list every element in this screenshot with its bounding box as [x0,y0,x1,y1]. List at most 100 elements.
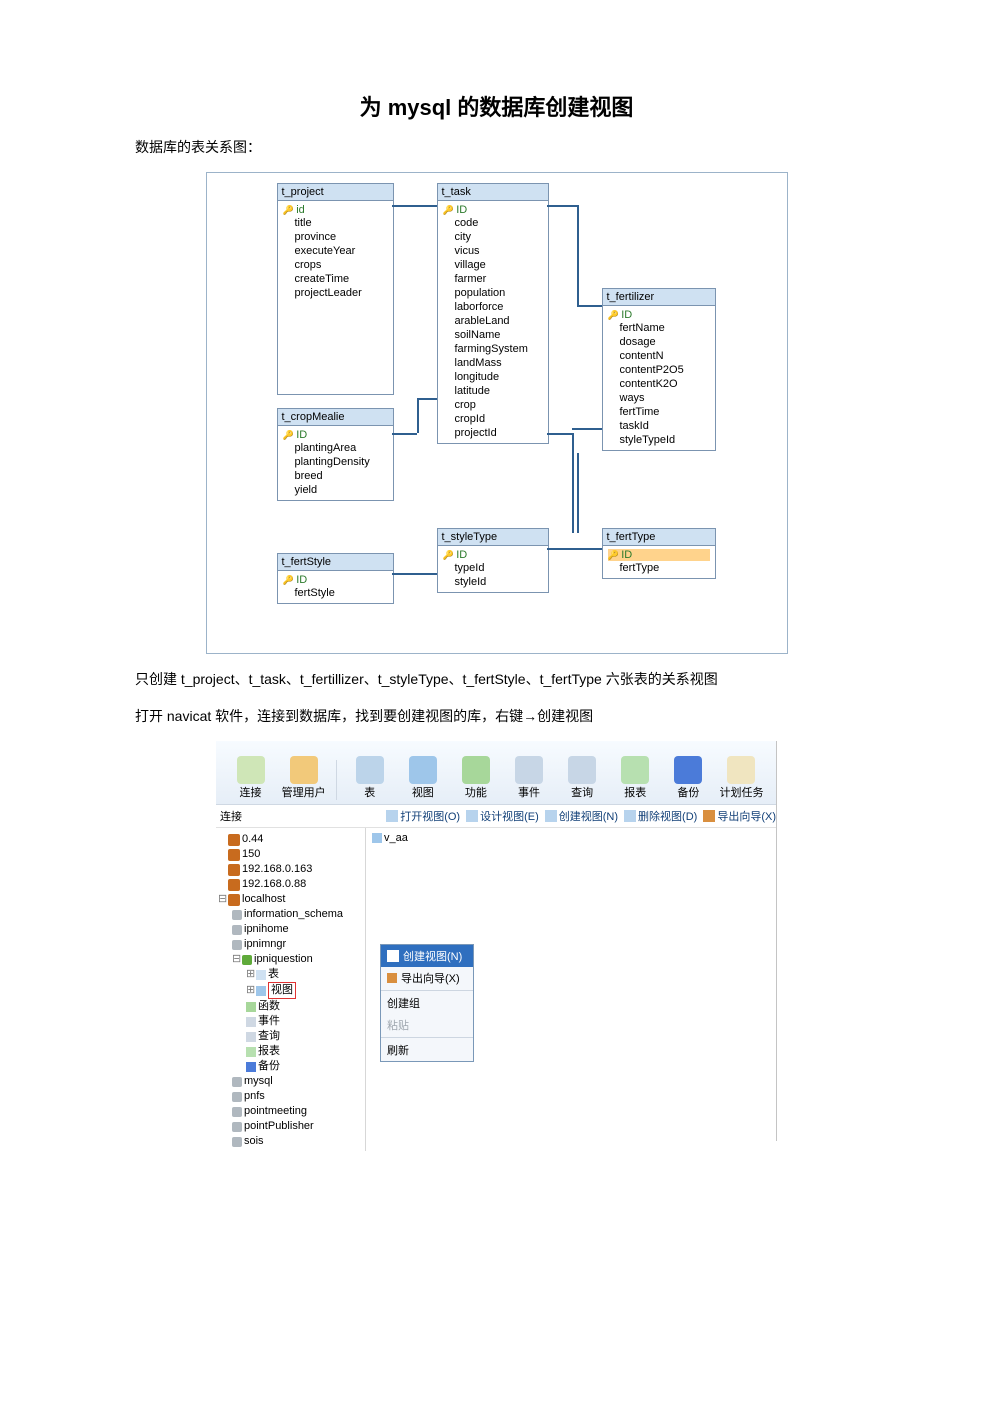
connection-tree[interactable]: 0.44 150 192.168.0.163 192.168.0.88 ⊟loc… [216,828,366,1151]
context-create-view[interactable]: 创建视图(N) [381,945,473,967]
schedule-icon [727,756,755,784]
event-icon [246,1017,256,1027]
tree-connection[interactable]: 192.168.0.163 [218,862,363,877]
para-diagram: 数据库的表关系图： [135,136,858,158]
field: code [443,216,543,230]
relation-line [417,398,437,400]
subbar-text: 打开视图(O) [400,808,460,824]
db-icon [228,864,240,876]
tree-db-ipniquestion[interactable]: ⊟ipniquestion [232,952,363,967]
field: contentK2O [608,377,710,391]
er-diagram-figure: t_project id title province executeYear … [206,172,788,654]
relation-line [577,453,579,533]
report-icon [621,756,649,784]
tree-db[interactable]: ipnimngr [232,937,363,952]
tree-connection[interactable]: 0.44 [218,832,363,847]
tree-node-views[interactable]: ⊞视图 [246,982,363,999]
tree-connection[interactable]: 192.168.0.88 [218,877,363,892]
tree-node-backups[interactable]: 备份 [246,1059,363,1074]
field: farmingSystem [443,342,543,356]
backup-icon [674,756,702,784]
tree-node-tables[interactable]: ⊞表 [246,967,363,982]
ribbon-backup[interactable]: 备份 [666,756,711,800]
field: city [443,230,543,244]
view-item[interactable]: v_aa [372,832,408,844]
table-header: t_fertilizer [603,289,715,306]
context-refresh[interactable]: 刷新 [381,1039,473,1061]
context-label: 创建视图(N) [403,948,462,964]
table-fertilizer: t_fertilizer ID fertName dosage contentN… [602,288,716,451]
page-title: 为 mysql 的数据库创建视图 [135,90,858,122]
tree-db[interactable]: ipnihome [232,922,363,937]
tree-node-functions[interactable]: 函数 [246,999,363,1014]
para-steps: 打开 navicat 软件，连接到数据库，找到要创建视图的库，右键→创建视图 [135,705,858,727]
ribbon-label: 功能 [465,784,487,800]
ribbon-query[interactable]: 查询 [560,756,605,800]
field: dosage [608,335,710,349]
tree-connection[interactable]: 150 [218,847,363,862]
context-create-group[interactable]: 创建组 [381,992,473,1014]
ribbon-function[interactable]: 功能 [453,756,498,800]
ribbon-schedule[interactable]: 计划任务 [719,756,764,800]
table-header: t_task [438,184,548,201]
subbar-create-view[interactable]: 创建视图(N) [545,808,618,824]
relation-line [577,205,579,305]
tree-db[interactable]: soisforum [232,1149,363,1151]
tree-label: 报表 [258,1044,280,1059]
relation-line [572,428,602,430]
field: title [283,216,388,230]
ribbon-table[interactable]: 表 [347,756,392,800]
cylinder-icon [232,925,242,935]
tree-db[interactable]: pointPublisher [232,1119,363,1134]
view-item-label: v_aa [384,832,408,844]
relation-line [547,433,572,435]
tree-db[interactable]: information_schema [232,907,363,922]
subbar-open-view[interactable]: 打开视图(O) [386,808,460,824]
tree-label: 事件 [258,1014,280,1029]
tree-db[interactable]: mysql [232,1074,363,1089]
table-task: t_task ID code city vicus village farmer… [437,183,549,444]
subbar-delete-view[interactable]: 删除视图(D) [624,808,697,824]
field: crop [443,398,543,412]
field: crops [283,258,388,272]
tree-node-reports[interactable]: 报表 [246,1044,363,1059]
ribbon-connect[interactable]: 连接 [228,756,273,800]
ribbon-event[interactable]: 事件 [506,756,551,800]
pk-field: ID [283,429,388,441]
tree-connection-localhost[interactable]: ⊟localhost [218,892,363,907]
table-cropmealie: t_cropMealie ID plantingArea plantingDen… [277,408,394,501]
field: village [443,258,543,272]
tree-db[interactable]: pointmeeting [232,1104,363,1119]
navicat-screenshot: 连接 管理用户 表 视图 功能 事件 查询 报表 备份 计划任务 连接 打开视图… [216,741,777,1141]
subbar-design-view[interactable]: 设计视图(E) [466,808,539,824]
query-icon [568,756,596,784]
relation-line [417,398,419,433]
table-header: t_styleType [438,529,548,546]
field: plantingDensity [283,455,388,469]
field: yield [283,483,388,497]
tree-db[interactable]: pnfs [232,1089,363,1104]
view-icon [386,810,398,822]
field: ways [608,391,710,405]
sub-toolbar: 连接 打开视图(O) 设计视图(E) 创建视图(N) 删除视图(D) 导出向导(… [216,805,776,828]
ribbon-label: 查询 [571,784,593,800]
pk-field: ID [608,309,710,321]
tree-node-queries[interactable]: 查询 [246,1029,363,1044]
ribbon-users[interactable]: 管理用户 [281,756,326,800]
pk-field: ID [443,204,543,216]
context-menu: 创建视图(N) 导出向导(X) 创建组 粘贴 刷新 [380,944,474,1062]
tree-db[interactable]: sois [232,1134,363,1149]
cylinder-icon [232,1092,242,1102]
subbar-text: 创建视图(N) [559,808,618,824]
tree-label: soisforum [244,1149,292,1151]
ribbon-report[interactable]: 报表 [613,756,658,800]
subbar-export-wizard[interactable]: 导出向导(X) [703,808,776,824]
field: executeYear [283,244,388,258]
context-export-wizard[interactable]: 导出向导(X) [381,967,473,989]
db-icon [228,894,240,906]
tree-label: 备份 [258,1059,280,1074]
relation-line [577,305,602,307]
ribbon-view[interactable]: 视图 [400,756,445,800]
tree-node-events[interactable]: 事件 [246,1014,363,1029]
tree-label: 192.168.0.163 [242,862,312,877]
